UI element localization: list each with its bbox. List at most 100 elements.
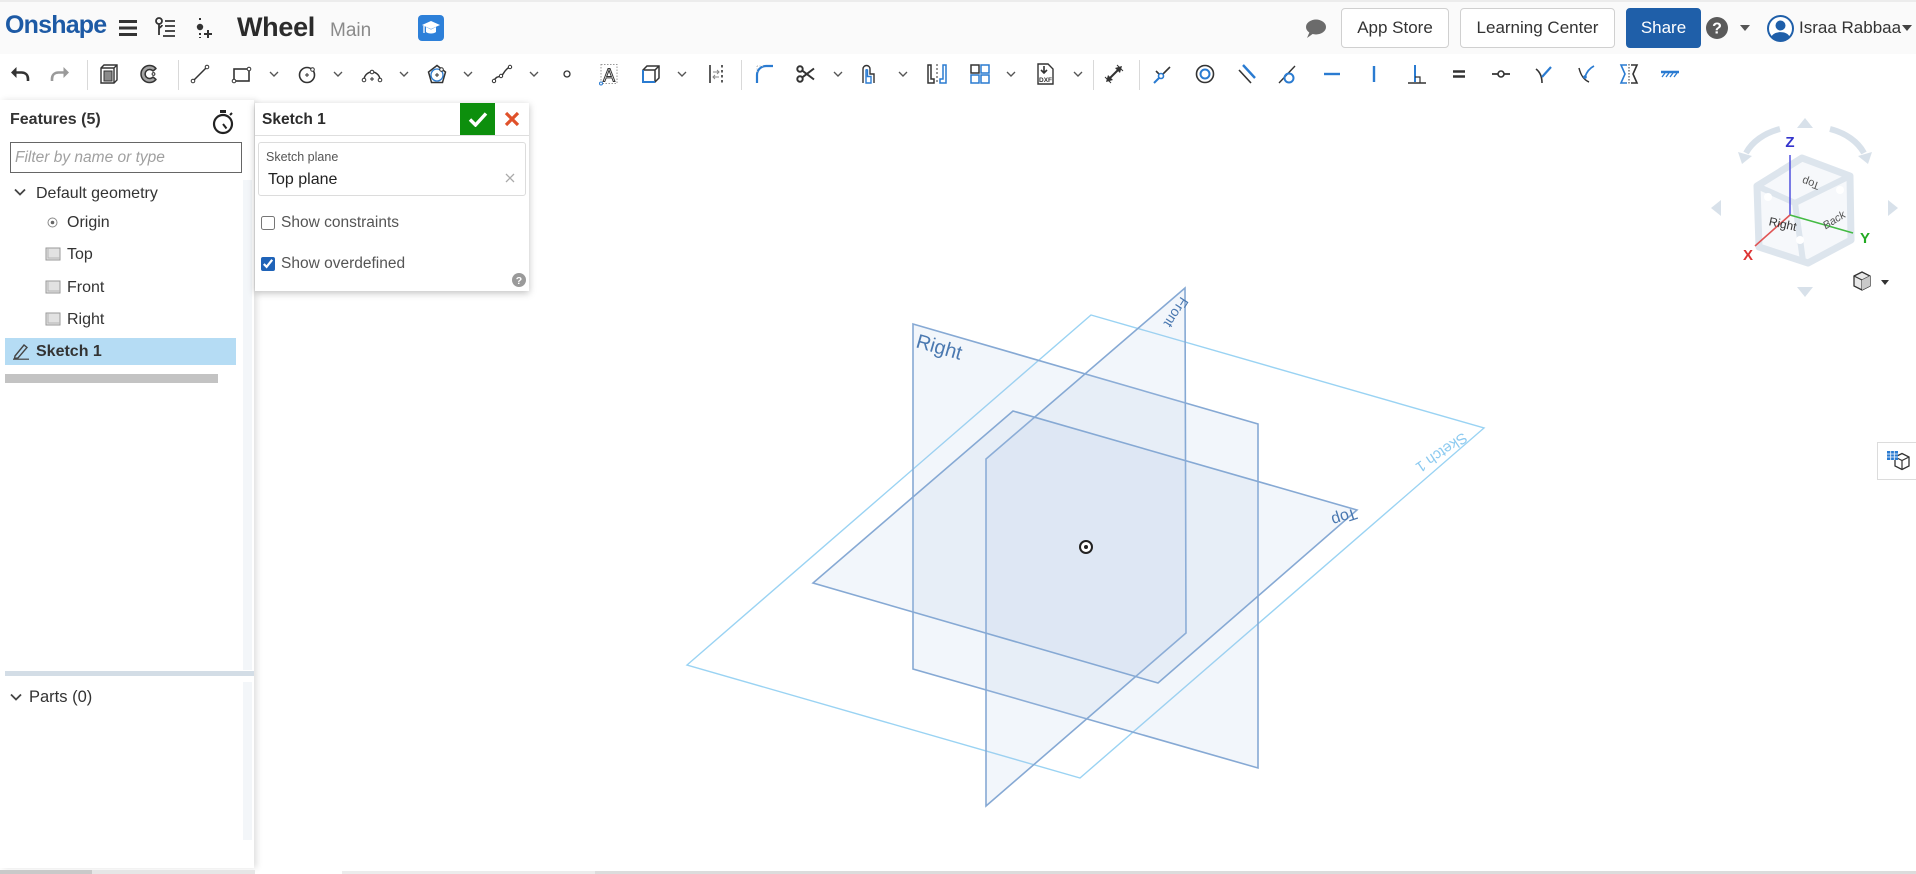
toolbar-button-horizontal[interactable]: [1317, 60, 1347, 88]
roll-right-arrow-icon[interactable]: [1829, 126, 1872, 164]
toolbar-button-fix[interactable]: [1655, 60, 1685, 88]
toolbar-button-equal[interactable]: [1444, 60, 1474, 88]
toolbar-button-coincident[interactable]: [1147, 60, 1177, 88]
show-constraints-checkbox[interactable]: [261, 216, 275, 230]
part-properties-panel-button[interactable]: [1877, 442, 1916, 480]
toolbar-button-construction[interactable]: [701, 60, 731, 88]
toolbar-button-undo[interactable]: [5, 60, 35, 88]
toolbar-button-trim[interactable]: [791, 60, 821, 88]
toolbar-button-line[interactable]: [185, 60, 215, 88]
toolbar-button-point[interactable]: [552, 60, 582, 88]
feature-list-scrollbar[interactable]: [243, 180, 252, 670]
rebuild-timer-icon[interactable]: [211, 109, 235, 135]
help-dropdown-caret[interactable]: [1738, 16, 1752, 40]
use-dropdown[interactable]: [674, 64, 690, 84]
rectangle-dropdown[interactable]: [266, 64, 282, 84]
toolbar-button-parallel[interactable]: [1232, 60, 1262, 88]
tree-group-default-geometry[interactable]: Default geometry: [5, 180, 236, 207]
clear-selection-icon[interactable]: [503, 171, 517, 185]
toolbar-button-revolve[interactable]: [135, 60, 165, 88]
toolbar-button-use[interactable]: [636, 60, 666, 88]
revolve-icon: [140, 64, 157, 84]
toolbar-button-extrude[interactable]: [94, 60, 124, 88]
trim-dropdown[interactable]: [830, 64, 846, 84]
polygon-dropdown[interactable]: [460, 64, 476, 84]
parts-list-scrollbar[interactable]: [243, 682, 252, 840]
toolbar-button-arc[interactable]: [357, 60, 387, 88]
help-icon[interactable]: ?: [512, 273, 526, 287]
show-overdefined-option[interactable]: Show overdefined: [260, 255, 405, 273]
rotate-right-arrow-icon[interactable]: [1888, 200, 1898, 216]
panel-divider[interactable]: [5, 671, 254, 676]
view-options-dropdown[interactable]: [1853, 271, 1889, 291]
tree-item-top-plane[interactable]: Top: [5, 241, 236, 268]
cancel-button[interactable]: [502, 109, 522, 129]
tree-item-sketch-1[interactable]: Sketch 1: [5, 338, 236, 365]
import-dxf-dropdown[interactable]: [1070, 64, 1086, 84]
toolbar-button-tangent[interactable]: [1273, 60, 1303, 88]
document-title[interactable]: Wheel: [237, 12, 315, 43]
tree-item-right-plane[interactable]: Right: [5, 306, 236, 333]
rollback-bar[interactable]: [5, 374, 218, 383]
toolbar-button-pierce[interactable]: [1572, 60, 1602, 88]
origin-point[interactable]: [1079, 540, 1093, 554]
toolbar-button-redo[interactable]: [45, 60, 75, 88]
toolbar-button-text[interactable]: A: [594, 60, 624, 88]
tree-item-origin[interactable]: Origin: [5, 209, 236, 236]
rotate-down-arrow-icon[interactable]: [1797, 287, 1813, 297]
app-store-button[interactable]: App Store: [1341, 8, 1449, 48]
share-button[interactable]: Share: [1626, 8, 1701, 48]
chevron-down-icon[interactable]: [10, 693, 22, 702]
toolbar-button-fillet[interactable]: [749, 60, 779, 88]
user-name[interactable]: Israa Rabbaa: [1799, 18, 1901, 38]
comments-icon[interactable]: [1303, 17, 1327, 41]
toolbar-button-mirror[interactable]: [922, 60, 952, 88]
onshape-logo[interactable]: Onshape: [5, 11, 107, 40]
learning-center-button[interactable]: Learning Center: [1460, 8, 1615, 48]
toolbar-button-midpoint[interactable]: [1486, 60, 1516, 88]
toolbar-button-vertical[interactable]: [1359, 60, 1389, 88]
menu-icon[interactable]: [116, 16, 140, 40]
accept-button[interactable]: [460, 103, 495, 135]
view-cube[interactable]: Z Y X Right Back Top: [1700, 100, 1916, 310]
help-menu[interactable]: ?: [1705, 16, 1729, 40]
tree-item-front-plane[interactable]: Front: [5, 274, 236, 301]
insert-icon[interactable]: [192, 16, 216, 40]
toolbar-button-symmetric[interactable]: [1614, 60, 1644, 88]
toolbar-button-import-dxf[interactable]: DXF: [1030, 60, 1060, 88]
chevron-down-icon: [333, 71, 343, 77]
user-menu-caret[interactable]: [1900, 16, 1914, 40]
show-constraints-option[interactable]: Show constraints: [260, 214, 399, 232]
toolbar-button-circle[interactable]: [292, 60, 322, 88]
panel-bottom-scrollbar[interactable]: [0, 870, 92, 874]
offset-dropdown[interactable]: [895, 64, 911, 84]
toolbar-button-rectangle[interactable]: [227, 60, 257, 88]
rotate-left-arrow-icon[interactable]: [1711, 200, 1721, 216]
workspace-name[interactable]: Main: [330, 20, 371, 42]
roll-left-arrow-icon[interactable]: [1738, 126, 1781, 164]
learning-icon[interactable]: [418, 15, 444, 41]
perpendicular-icon: [1408, 65, 1426, 84]
arc-dropdown[interactable]: [396, 64, 412, 84]
toolbar-button-polygon[interactable]: [422, 60, 452, 88]
toolbar-button-dimension[interactable]: [1099, 60, 1129, 88]
chevron-down-icon[interactable]: [14, 188, 26, 197]
feature-filter-input[interactable]: [10, 142, 242, 173]
rotate-up-arrow-icon[interactable]: [1797, 118, 1813, 128]
circle-dropdown[interactable]: [330, 64, 346, 84]
view-cube-body[interactable]: [1753, 154, 1855, 267]
sketch-plane-field[interactable]: Sketch plane Top plane: [258, 142, 526, 196]
toolbar-button-perpendicular[interactable]: [1402, 60, 1432, 88]
user-avatar-icon[interactable]: [1767, 15, 1794, 42]
feature-list-icon[interactable]: [153, 16, 177, 40]
toolbar-button-spline[interactable]: [487, 60, 517, 88]
toolbar-button-normal[interactable]: [1529, 60, 1559, 88]
parts-group[interactable]: Parts (0): [10, 686, 92, 708]
spline-dropdown[interactable]: [526, 64, 542, 84]
tree-item-label: Front: [67, 278, 105, 296]
linear-pattern-dropdown[interactable]: [1003, 64, 1019, 84]
toolbar-button-linear-pattern[interactable]: [965, 60, 995, 88]
show-overdefined-checkbox[interactable]: [261, 257, 275, 271]
toolbar-button-concentric[interactable]: [1190, 60, 1220, 88]
toolbar-button-offset[interactable]: [855, 60, 885, 88]
